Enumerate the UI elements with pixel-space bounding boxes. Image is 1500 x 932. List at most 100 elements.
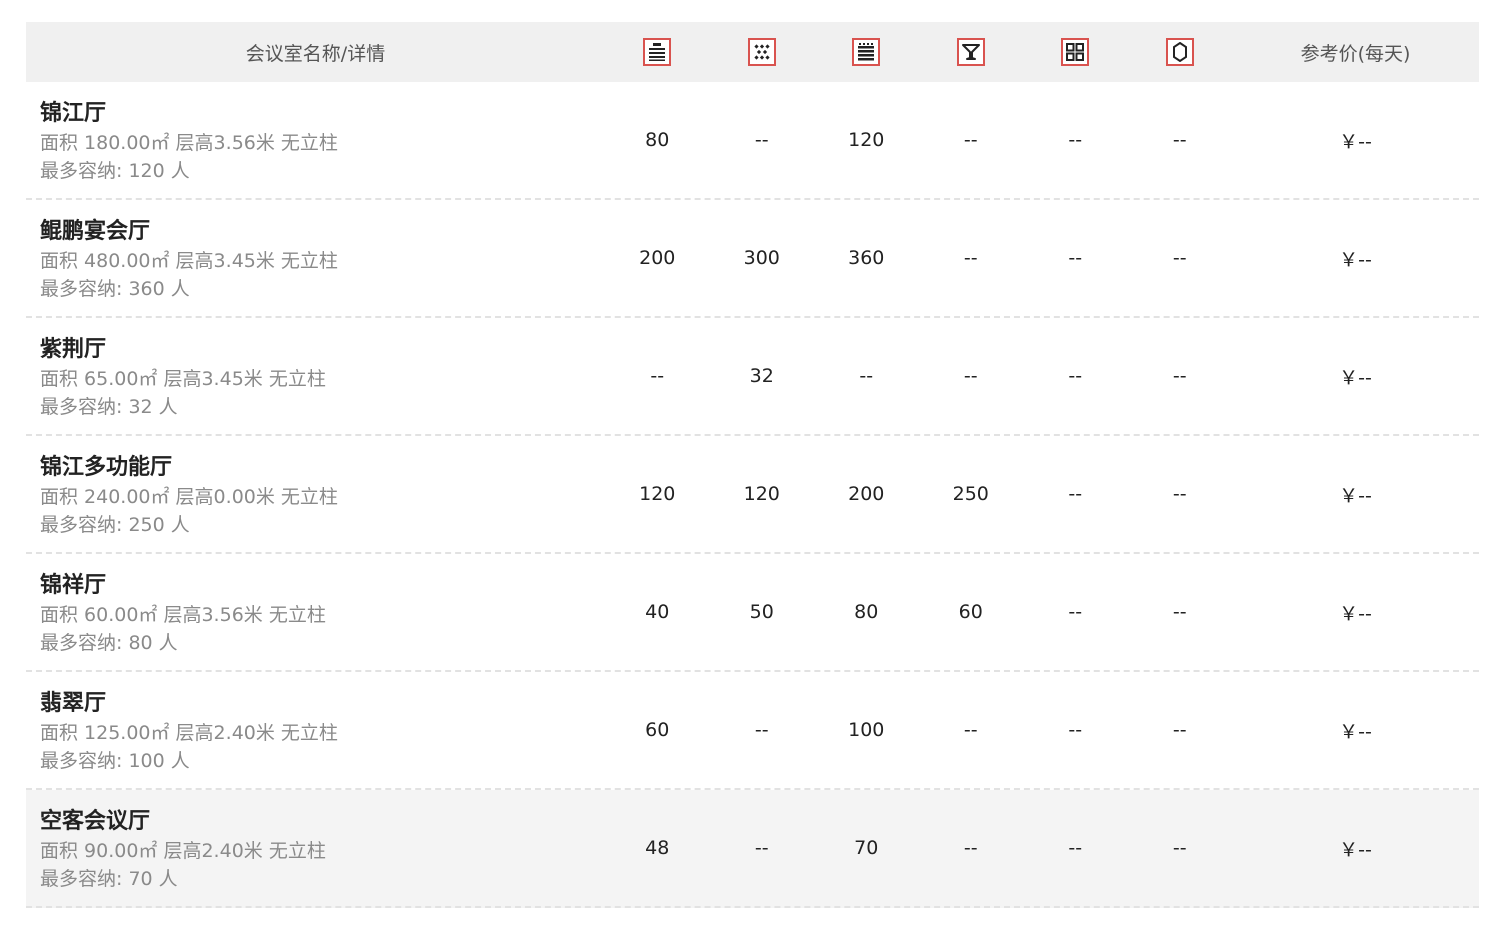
header-price-label: 参考价(每天) — [1300, 42, 1411, 65]
capacity-banquet: -- — [754, 837, 769, 859]
room-name[interactable]: 紫荆厅 — [40, 335, 605, 365]
capacity-banquet: 300 — [743, 247, 780, 269]
room-capacity: 最多容纳: 250 人 — [40, 514, 190, 536]
capacity-cocktail: -- — [963, 719, 978, 741]
capacity-classroom: -- — [859, 365, 874, 387]
room-name[interactable]: 空客会议厅 — [40, 807, 605, 837]
room-details: 空客会议厅面积 90.00㎡ 层高2.40米 无立柱 最多容纳: 70 人 — [26, 803, 605, 893]
capacity-u-shape: -- — [1068, 247, 1083, 269]
capacity-banquet: -- — [754, 129, 769, 151]
room-name[interactable]: 翡翠厅 — [40, 689, 605, 719]
room-spec: 面积 90.00㎡ 层高2.40米 无立柱 — [40, 840, 326, 862]
room-spec: 面积 240.00㎡ 层高0.00米 无立柱 — [40, 486, 338, 508]
boardroom-layout-icon — [1165, 38, 1194, 66]
room-capacity: 最多容纳: 70 人 — [40, 868, 178, 890]
room-spec: 面积 65.00㎡ 层高3.45米 无立柱 — [40, 368, 326, 390]
cocktail-layout-icon — [956, 38, 985, 66]
capacity-cocktail: 250 — [952, 483, 989, 505]
table-header: 会议室名称/详情 参考价(每天) — [26, 22, 1479, 82]
capacity-cocktail: -- — [963, 837, 978, 859]
capacity-theater: 48 — [645, 837, 670, 859]
room-details: 锦江多功能厅面积 240.00㎡ 层高0.00米 无立柱 最多容纳: 250 人 — [26, 449, 605, 539]
capacity-boardroom: -- — [1172, 247, 1187, 269]
capacity-classroom: 120 — [848, 129, 885, 151]
room-details: 鲲鹏宴会厅面积 480.00㎡ 层高3.45米 无立柱 最多容纳: 360 人 — [26, 213, 605, 303]
room-price: ￥-- — [1339, 248, 1372, 271]
room-name[interactable]: 鲲鹏宴会厅 — [40, 217, 605, 247]
capacity-u-shape: -- — [1068, 129, 1083, 151]
header-banquet-col — [710, 38, 815, 66]
capacity-u-shape: -- — [1068, 483, 1083, 505]
room-price: ￥-- — [1339, 602, 1372, 625]
table-row: 锦江厅面积 180.00㎡ 层高3.56米 无立柱 最多容纳: 120 人 80 --… — [26, 82, 1479, 200]
room-capacity: 最多容纳: 80 人 — [40, 632, 178, 654]
header-classroom-col — [814, 38, 919, 66]
capacity-theater: 200 — [639, 247, 676, 269]
room-price: ￥-- — [1339, 484, 1372, 507]
capacity-boardroom: -- — [1172, 483, 1187, 505]
room-price: ￥-- — [1339, 130, 1372, 153]
banquet-layout-icon — [747, 38, 776, 66]
capacity-banquet: 32 — [749, 365, 774, 387]
capacity-u-shape: -- — [1068, 719, 1083, 741]
capacity-banquet: 50 — [749, 601, 774, 623]
room-spec: 面积 125.00㎡ 层高2.40米 无立柱 — [40, 722, 338, 744]
capacity-cocktail: -- — [963, 129, 978, 151]
u-shape-layout-icon — [1061, 38, 1090, 66]
table-row: 锦江多功能厅面积 240.00㎡ 层高0.00米 无立柱 最多容纳: 250 人 1… — [26, 436, 1479, 554]
classroom-layout-icon — [852, 38, 881, 66]
room-details: 锦祥厅面积 60.00㎡ 层高3.56米 无立柱 最多容纳: 80 人 — [26, 567, 605, 657]
capacity-banquet: -- — [754, 719, 769, 741]
capacity-theater: -- — [650, 365, 665, 387]
capacity-banquet: 120 — [743, 483, 780, 505]
capacity-classroom: 70 — [854, 837, 879, 859]
capacity-boardroom: -- — [1172, 601, 1187, 623]
header-cocktail-col — [919, 38, 1024, 66]
capacity-cocktail: -- — [963, 247, 978, 269]
table-row: 锦祥厅面积 60.00㎡ 层高3.56米 无立柱 最多容纳: 80 人 40 50 80… — [26, 554, 1479, 672]
capacity-classroom: 80 — [854, 601, 879, 623]
header-theater-col — [605, 38, 710, 66]
capacity-boardroom: -- — [1172, 365, 1187, 387]
room-capacity: 最多容纳: 120 人 — [40, 160, 190, 182]
table-row: 空客会议厅面积 90.00㎡ 层高2.40米 无立柱 最多容纳: 70 人 48 --… — [26, 790, 1479, 908]
capacity-classroom: 200 — [848, 483, 885, 505]
room-price: ￥-- — [1339, 720, 1372, 743]
header-name-label: 会议室名称/详情 — [245, 42, 386, 65]
capacity-theater: 40 — [645, 601, 670, 623]
room-name[interactable]: 锦江厅 — [40, 99, 605, 129]
room-details: 翡翠厅面积 125.00㎡ 层高2.40米 无立柱 最多容纳: 100 人 — [26, 685, 605, 775]
capacity-classroom: 360 — [848, 247, 885, 269]
table-row: 紫荆厅面积 65.00㎡ 层高3.45米 无立柱 最多容纳: 32 人 -- 32 --… — [26, 318, 1479, 436]
room-details: 紫荆厅面积 65.00㎡ 层高3.45米 无立柱 最多容纳: 32 人 — [26, 331, 605, 421]
header-boardroom-col — [1128, 38, 1233, 66]
capacity-u-shape: -- — [1068, 365, 1083, 387]
room-capacity: 最多容纳: 360 人 — [40, 278, 190, 300]
table-row: 鲲鹏宴会厅面积 480.00㎡ 层高3.45米 无立柱 最多容纳: 360 人 20… — [26, 200, 1479, 318]
room-details: 锦江厅面积 180.00㎡ 层高3.56米 无立柱 最多容纳: 120 人 — [26, 95, 605, 185]
theater-layout-icon — [643, 38, 672, 66]
table-row: 翡翠厅面积 125.00㎡ 层高2.40米 无立柱 最多容纳: 100 人 60 --… — [26, 672, 1479, 790]
header-ushape-col — [1023, 38, 1128, 66]
capacity-boardroom: -- — [1172, 719, 1187, 741]
room-price: ￥-- — [1339, 838, 1372, 861]
room-spec: 面积 180.00㎡ 层高3.56米 无立柱 — [40, 132, 338, 154]
room-spec: 面积 60.00㎡ 层高3.56米 无立柱 — [40, 604, 326, 626]
capacity-cocktail: -- — [963, 365, 978, 387]
room-capacity: 最多容纳: 32 人 — [40, 396, 178, 418]
room-capacity: 最多容纳: 100 人 — [40, 750, 190, 772]
capacity-classroom: 100 — [848, 719, 885, 741]
meeting-room-table: 会议室名称/详情 参考价(每天) 锦江厅 面积 180.00㎡ 层高3.56米 … — [26, 22, 1479, 908]
capacity-theater: 80 — [645, 129, 670, 151]
room-price: ￥-- — [1339, 366, 1372, 389]
capacity-boardroom: -- — [1172, 837, 1187, 859]
room-name[interactable]: 锦祥厅 — [40, 571, 605, 601]
room-name[interactable]: 锦江多功能厅 — [40, 453, 605, 483]
room-spec: 面积 480.00㎡ 层高3.45米 无立柱 — [40, 250, 338, 272]
capacity-theater: 60 — [645, 719, 670, 741]
capacity-boardroom: -- — [1172, 129, 1187, 151]
capacity-cocktail: 60 — [958, 601, 983, 623]
capacity-u-shape: -- — [1068, 601, 1083, 623]
capacity-u-shape: -- — [1068, 837, 1083, 859]
capacity-theater: 120 — [639, 483, 676, 505]
